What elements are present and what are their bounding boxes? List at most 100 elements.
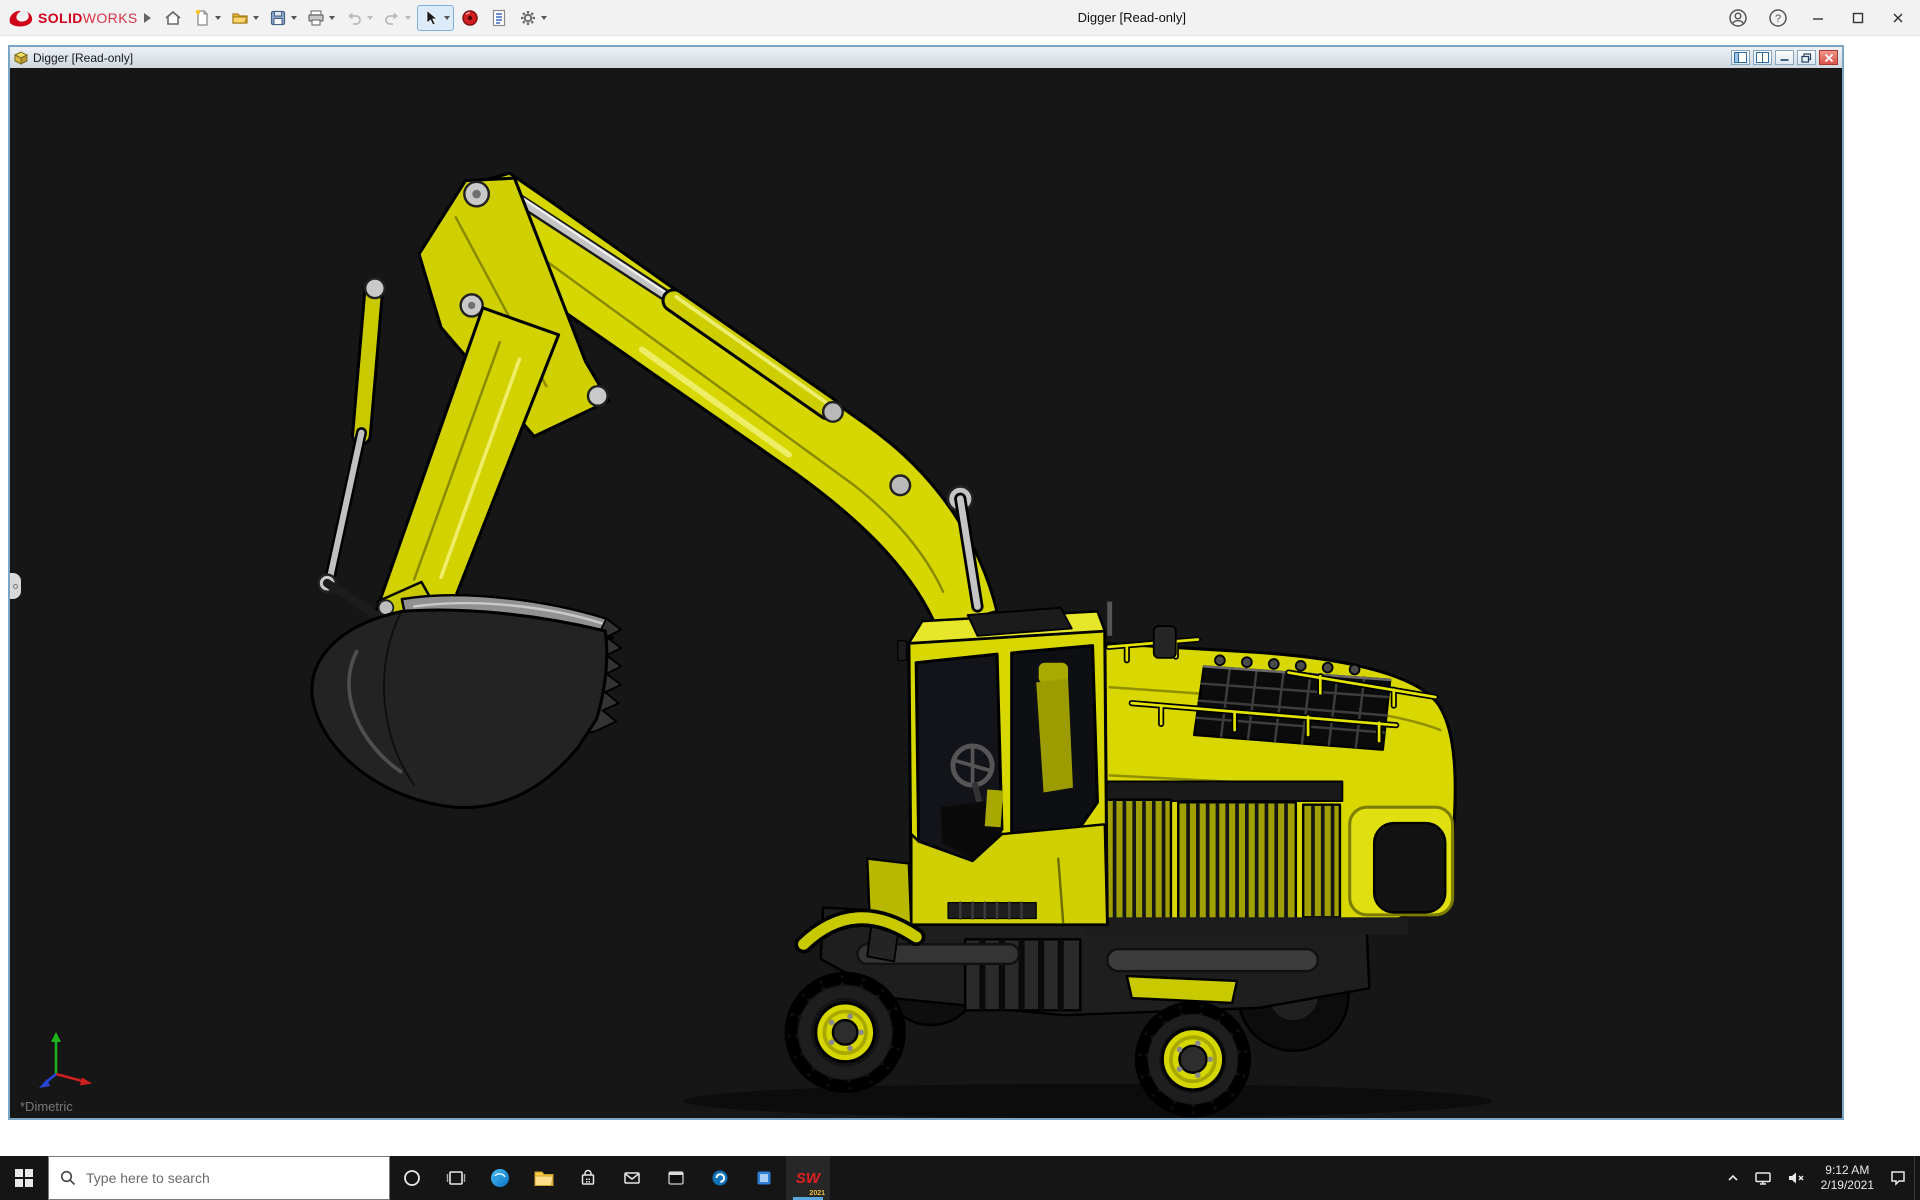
excavator-boom-arm[interactable] [319, 173, 997, 640]
windows-taskbar: SW 2021 9:12 AM 2/19/2021 [0, 1156, 1920, 1200]
excavator-cab[interactable] [867, 608, 1107, 962]
console-button[interactable] [654, 1156, 698, 1200]
app-titlebar[interactable]: SOLIDWORKS [0, 0, 1920, 36]
solidworks-taskbar-button[interactable]: SW 2021 [786, 1156, 830, 1200]
open-button[interactable] [227, 6, 262, 30]
flyout-arrow-icon[interactable] [142, 12, 152, 24]
select-cursor-icon [421, 8, 441, 28]
search-input[interactable] [86, 1170, 379, 1186]
user-avatar-icon [1728, 8, 1748, 28]
open-dropdown-caret[interactable] [253, 16, 259, 20]
home-button[interactable] [160, 6, 186, 30]
action-center-button[interactable] [1882, 1156, 1914, 1200]
network-status[interactable] [1747, 1156, 1779, 1200]
help-button[interactable]: ? [1764, 5, 1792, 31]
open-icon [230, 8, 250, 28]
3d-model-scene[interactable] [10, 68, 1842, 1118]
help-icon: ? [1768, 8, 1788, 28]
featuremanager-collapsed-tab[interactable] [10, 573, 21, 599]
save-icon [268, 8, 288, 28]
window-layout-button-1[interactable] [1731, 50, 1750, 65]
start-button[interactable] [0, 1156, 48, 1200]
document-window: Digger [Read-only] [8, 45, 1844, 1120]
console-icon [666, 1168, 686, 1188]
print-dropdown-caret[interactable] [329, 16, 335, 20]
file-explorer-button[interactable] [522, 1156, 566, 1200]
brand-works: WORKS [83, 10, 138, 26]
new-document-button[interactable] [189, 6, 224, 30]
close-button[interactable] [1884, 5, 1912, 31]
account-button[interactable] [1724, 5, 1752, 31]
mail-button[interactable] [610, 1156, 654, 1200]
quick-access-toolbar [160, 5, 550, 31]
minimize-icon [1811, 11, 1825, 25]
document-title: Digger [Read-only] [33, 51, 133, 65]
mdi-background: Digger [Read-only] [0, 36, 1920, 1156]
store-icon [578, 1168, 598, 1188]
taskbar-clock[interactable]: 9:12 AM 2/19/2021 [1813, 1163, 1882, 1193]
photos-button[interactable] [742, 1156, 786, 1200]
file-properties-button[interactable] [486, 6, 512, 30]
file-explorer-icon [533, 1168, 555, 1188]
chevron-up-icon [1726, 1171, 1740, 1185]
options-dropdown-caret[interactable] [541, 16, 547, 20]
maximize-icon [1851, 11, 1865, 25]
rebuild-icon [460, 8, 480, 28]
redo-dropdown-caret[interactable] [405, 16, 411, 20]
volume-status[interactable] [1779, 1156, 1813, 1200]
action-center-icon [1889, 1169, 1907, 1187]
part-document-icon [14, 51, 28, 65]
graphics-area[interactable]: *Dimetric [10, 68, 1842, 1118]
windows-logo-icon [15, 1169, 33, 1187]
print-button[interactable] [303, 6, 338, 30]
pane-layout-icon [1734, 52, 1747, 63]
excavator-bucket[interactable] [312, 595, 621, 807]
tray-chevron-button[interactable] [1719, 1156, 1747, 1200]
select-dropdown-caret[interactable] [444, 16, 450, 20]
cortana-button[interactable] [390, 1156, 434, 1200]
solidworks-app-icon: SW [796, 1171, 820, 1186]
solidworks-wordmark: SOLIDWORKS [38, 10, 138, 26]
rebuild-button[interactable] [457, 6, 483, 30]
minimize-button[interactable] [1804, 5, 1832, 31]
document-minimize-button[interactable] [1775, 50, 1794, 65]
save-dropdown-caret[interactable] [291, 16, 297, 20]
search-icon [59, 1169, 77, 1187]
maximize-button[interactable] [1844, 5, 1872, 31]
home-icon [163, 8, 183, 28]
store-button[interactable] [566, 1156, 610, 1200]
save-button[interactable] [265, 6, 300, 30]
task-view-button[interactable] [434, 1156, 478, 1200]
new-document-icon [192, 8, 212, 28]
edge-button[interactable] [478, 1156, 522, 1200]
view-orientation-label: *Dimetric [20, 1099, 73, 1114]
edrawings-button[interactable] [698, 1156, 742, 1200]
document-restore-button[interactable] [1797, 50, 1816, 65]
excavator-model[interactable] [312, 173, 1492, 1118]
document-close-button[interactable] [1819, 50, 1838, 65]
wheel-front-left[interactable] [786, 974, 904, 1091]
solidworks-version-badge: 2021 [809, 1190, 825, 1197]
clock-time: 9:12 AM [1821, 1163, 1874, 1178]
new-dropdown-caret[interactable] [215, 16, 221, 20]
show-desktop-button[interactable] [1914, 1156, 1920, 1200]
undo-button[interactable] [341, 6, 376, 30]
wheel-rear-left[interactable] [1137, 1003, 1250, 1116]
window-layout-button-2[interactable] [1753, 50, 1772, 65]
window-title: Digger [Read-only] [550, 10, 1714, 25]
doc-close-icon [1824, 53, 1834, 63]
orientation-triad[interactable] [32, 1022, 102, 1094]
taskbar-search[interactable] [48, 1156, 390, 1200]
undo-icon [344, 8, 364, 28]
pane-layout-split-icon [1756, 52, 1769, 63]
doc-restore-icon [1801, 53, 1812, 63]
brand-solid: SOLID [38, 10, 83, 26]
edge-icon [489, 1167, 511, 1189]
redo-icon [382, 8, 402, 28]
redo-button[interactable] [379, 6, 414, 30]
document-titlebar[interactable]: Digger [Read-only] [10, 47, 1842, 68]
document-window-controls [1731, 50, 1838, 65]
undo-dropdown-caret[interactable] [367, 16, 373, 20]
options-button[interactable] [515, 6, 550, 30]
select-tool-button[interactable] [417, 5, 454, 31]
